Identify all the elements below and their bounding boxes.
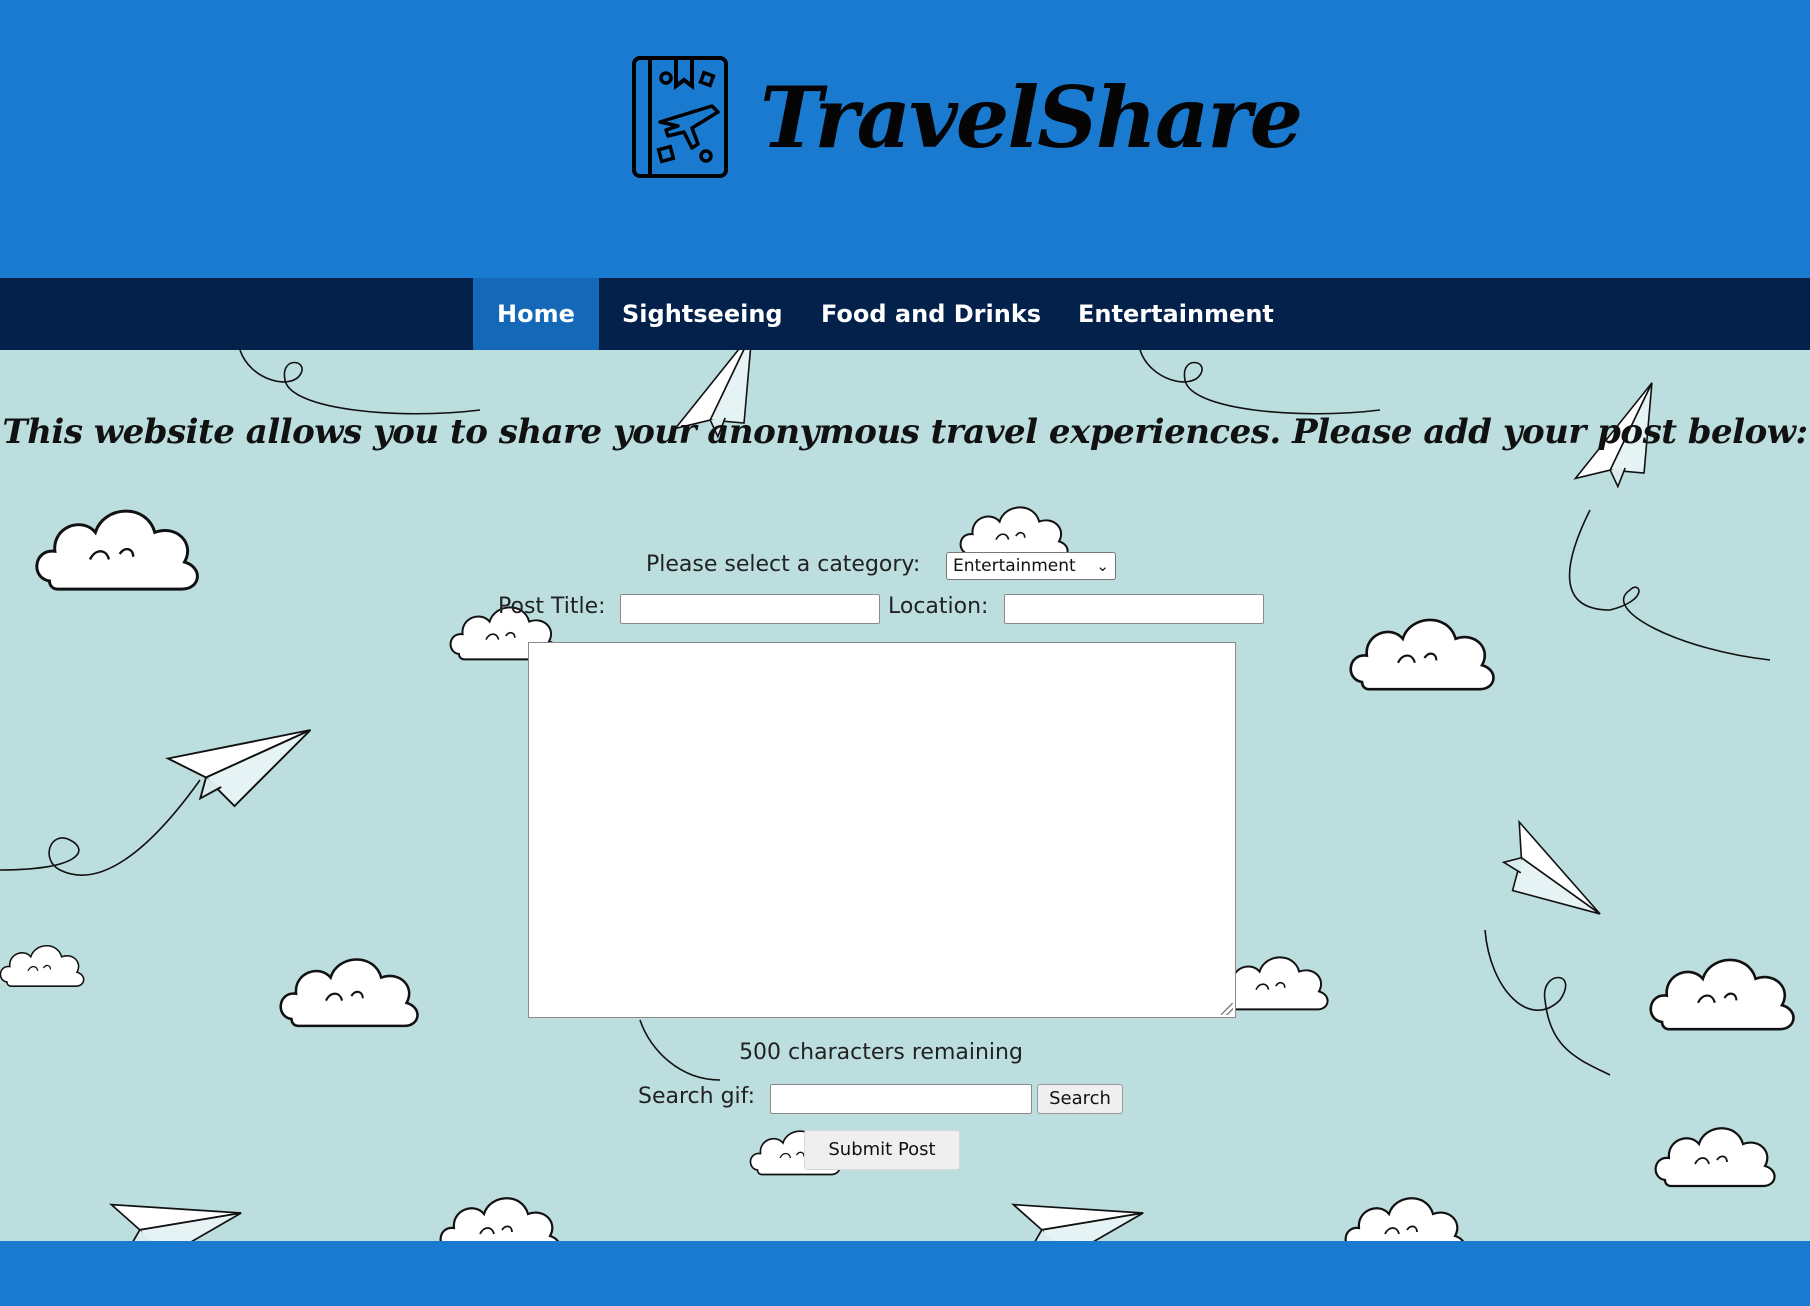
nav-item-home[interactable]: Home [473,278,599,350]
category-selected-value: Entertainment [953,556,1076,576]
brand-title: TravelShare [760,68,1303,167]
character-counter: 500 characters remaining [739,1040,1023,1065]
chevron-down-icon: ⌄ [1096,557,1109,575]
location-label: Location: [888,594,989,619]
resize-handle-icon[interactable] [1221,1003,1233,1015]
main-content: This website allows you to share your an… [0,350,1810,1241]
nav-item-entertainment[interactable]: Entertainment [1054,278,1298,350]
site-footer [0,1241,1810,1306]
category-select[interactable]: Entertainment ⌄ [946,552,1116,580]
search-gif-input[interactable] [770,1084,1032,1114]
post-title-input[interactable] [620,594,880,624]
main-navigation: Home Sightseeing Food and Drinks Enterta… [0,278,1810,350]
search-gif-label: Search gif: [638,1084,756,1109]
category-label: Please select a category: [646,552,921,577]
nav-item-food-and-drinks[interactable]: Food and Drinks [797,278,1065,350]
intro-text: This website allows you to share your an… [2,412,1808,452]
search-button[interactable]: Search [1037,1084,1123,1114]
site-header: TravelShare [0,0,1810,278]
submit-post-button[interactable]: Submit Post [804,1130,960,1170]
post-title-label: Post Title: [498,594,606,619]
nav-item-sightseeing[interactable]: Sightseeing [598,278,807,350]
post-body-textarea[interactable] [528,642,1236,1018]
travel-passport-icon [632,56,728,178]
location-input[interactable] [1004,594,1264,624]
